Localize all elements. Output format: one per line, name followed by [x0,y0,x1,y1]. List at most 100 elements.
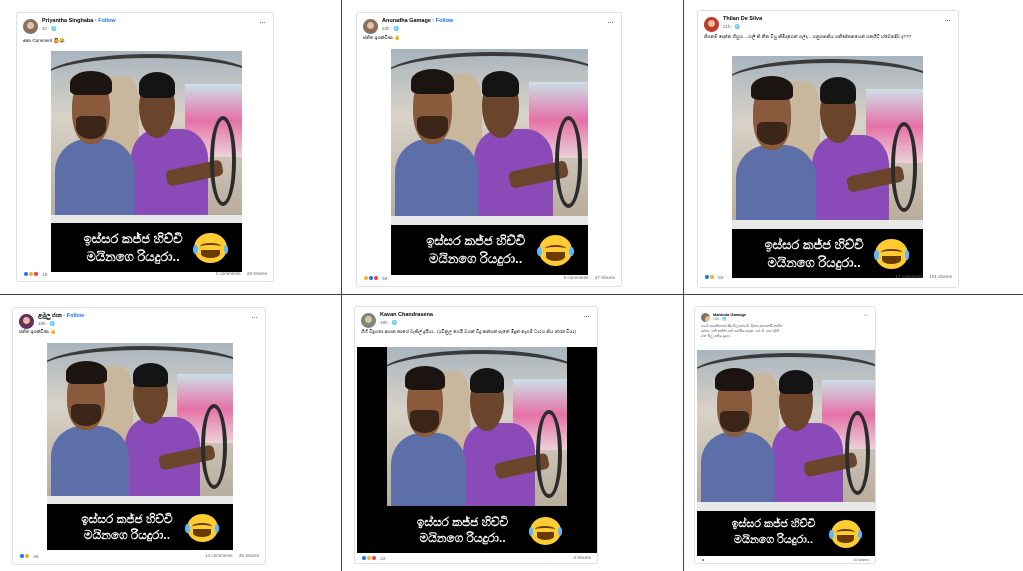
meme-line-2: මයිනගෙ රියදුරා.. [83,528,171,543]
reactions[interactable]: 46 [19,553,38,561]
avatar[interactable] [704,17,719,32]
author-name[interactable]: ළමුලු ජාන [38,313,62,319]
avatar[interactable] [701,313,710,322]
post-image[interactable]: ඉස්සර කජ්ජ හිච්චි මයිනගෙ රියදුරා.. [732,56,923,278]
meme-line-1: ඉස්සර කජ්ජ හිච්චි [731,517,816,530]
post-image[interactable]: ඉස්සර කජ්ජ හිච්චි මයිනගෙ රියදුරා.. [47,343,233,550]
post-time[interactable]: 2h [42,26,47,31]
post-footer: 22 3 shares [361,555,591,563]
reaction-count: 46 [33,553,39,559]
post-image[interactable]: ඉස්සර කජ්ජ හිච්චි මයිනගෙ රියදුරා.. [391,49,588,275]
avatar[interactable] [361,313,376,328]
laughing-tears-emoji-icon [537,235,574,267]
author-name[interactable]: Priyantha Singhaba [42,18,93,24]
post-footer: 46 13 comments 39 shares [19,553,259,561]
author-name[interactable]: Thilan De Silva [723,16,762,22]
author-name[interactable]: Kavan Chandrasena [380,312,433,318]
shares-count[interactable]: 23 shares [247,271,267,276]
reaction-count: 18 [42,271,48,277]
meme-line-2: මයිනගෙ රියදුරා.. [429,251,523,267]
post-caption: ජීගනම් දෙන්න ගිහුහ ...හලි කි තීන වියු කී… [704,34,912,39]
post-card: Kavan Chandrasena 18h · 🌐 ··· ගිහි විදුහ… [354,306,598,564]
avatar[interactable] [363,19,378,34]
meme-line-1: ඉස්සර කජ්ජ හිච්චි [83,231,183,247]
post-time[interactable]: 21h [723,24,731,29]
follow-button[interactable]: Follow [98,18,115,24]
comments-count[interactable]: 5 comments [564,275,589,280]
follow-button[interactable]: Follow [67,313,84,319]
meme-caption: ඉස්සර කජ්ජ හිච්චි මයිනගෙ රියදුරා.. [357,507,597,553]
post-caption: ගමේ ආගනිගනය් කිදු චිලගනගගි. දිනහ ඉනගනයි … [701,324,783,338]
haha-reaction-icon [24,553,30,559]
reactions[interactable]: 59 [363,275,387,283]
post-caption: අනා Comment 🤷😂 [23,38,65,43]
meme-line-2: මයිනගෙ රියදුරා.. [767,254,861,270]
reactions[interactable] [701,558,708,563]
shares-count[interactable]: 16 shares [853,558,869,562]
globe-icon: 🌐 [391,320,398,325]
post-footer: 18 2 comments 23 shares [23,271,267,279]
post-image[interactable]: ඉස්සර කජ්ජ හිච්චි මයිනගෙ රියදුරා.. [697,350,875,556]
more-options-icon[interactable]: ··· [863,312,868,320]
panel-divider [0,294,1023,295]
panel-divider [683,0,684,571]
meme-caption: ඉස්සර කජ්ජ හිච්චි මයිනගෙ රියදුරා.. [47,504,233,550]
follow-button[interactable]: Follow [436,18,453,24]
meme-line-2: මයිනගෙ රියදුරා.. [419,531,506,546]
post-caption: ගිහි විදුහතා ආගන කාශේ වැකිල් දුයියා.. (ර… [361,329,576,334]
author-name[interactable]: Anuradha Gamage [382,18,431,24]
post-header: Priyantha Singhaba · Follow 2h · 🌐 ··· [23,18,267,36]
more-options-icon[interactable]: ··· [607,18,614,27]
avatar[interactable] [23,19,38,34]
post-caption: ජනිත ඉරක්ඩිණ 👍 [19,329,56,334]
more-options-icon[interactable]: ··· [251,313,258,322]
shares-count[interactable]: 39 shares [239,553,259,558]
love-reaction-icon [371,555,377,561]
comments-count[interactable]: 13 comments [205,553,233,558]
meme-caption: ඉස්සර කජ්ජ හිච්චි මයිනගෙ රියදුරා.. [51,223,242,272]
post-card: Anuradha Gamage · Follow 23h · 🌐 ··· ජනි… [356,12,622,287]
post-footer: 59 5 comments 47 shares [363,275,615,283]
reactions[interactable]: 18 [23,271,47,279]
avatar[interactable] [19,314,34,329]
laughing-tears-emoji-icon [829,519,862,548]
shares-count[interactable]: 47 shares [595,275,615,280]
post-image[interactable]: ඉස්සර කජ්ජ හිච්චි මයිනගෙ රියදුරා.. [51,51,242,272]
more-options-icon[interactable]: ··· [259,18,266,27]
reactions[interactable]: 22 [361,555,385,563]
meme-caption: ඉස්සර කජ්ජ හිච්චි මයිනගෙ රියදුරා.. [697,510,875,556]
post-time[interactable]: 18h [380,320,388,325]
post-image[interactable]: ඉස්සර කජ්ජ හිච්චි මයිනගෙ රියදුරා.. [357,347,597,553]
laughing-tears-emoji-icon [528,516,563,545]
more-options-icon[interactable]: ··· [944,16,951,25]
love-reaction-icon [373,275,379,281]
meme-caption: ඉස්සර කජ්ජ හිච්චි මයිනගෙ රියදුරා.. [732,229,923,278]
post-card: Priyantha Singhaba · Follow 2h · 🌐 ··· අ… [16,12,274,282]
globe-icon: 🌐 [734,24,741,29]
reactions[interactable]: 84 [704,274,723,282]
post-header: Mahinda Gamage 13h · 🌐 ··· [701,312,869,324]
post-caption: ජනිත ඉරක්ඩිණ 👍 [363,35,400,40]
globe-icon: 🌐 [393,26,400,31]
meme-line-1: ඉස්සර කජ්ජ හිච්චි [416,514,509,529]
like-reaction-icon [701,558,705,563]
comments-count[interactable]: 2 comments [216,271,241,276]
laughing-tears-emoji-icon [185,513,220,542]
reaction-count: 59 [382,275,388,281]
love-reaction-icon [33,271,39,277]
shares-count[interactable]: 101 shares [929,274,952,279]
post-time[interactable]: 23h [382,26,390,31]
more-options-icon[interactable]: ··· [583,312,590,321]
comments-count[interactable]: 17 comments [895,274,923,279]
globe-icon: 🌐 [49,321,56,326]
post-time[interactable]: 13h [713,317,719,321]
meme-line-2: මයිනගෙ රියදුරා.. [86,248,180,264]
panel-divider [341,0,342,571]
shares-count[interactable]: 3 shares [573,555,591,560]
post-header: Anuradha Gamage · Follow 23h · 🌐 ··· [363,18,615,36]
reaction-count: 84 [718,274,724,280]
post-card: Mahinda Gamage 13h · 🌐 ··· ගමේ ආගනිගනය් … [694,306,876,564]
post-footer: 84 17 comments 101 shares [704,274,952,282]
reaction-count: 22 [380,555,386,561]
post-time[interactable]: 16h [38,321,46,326]
